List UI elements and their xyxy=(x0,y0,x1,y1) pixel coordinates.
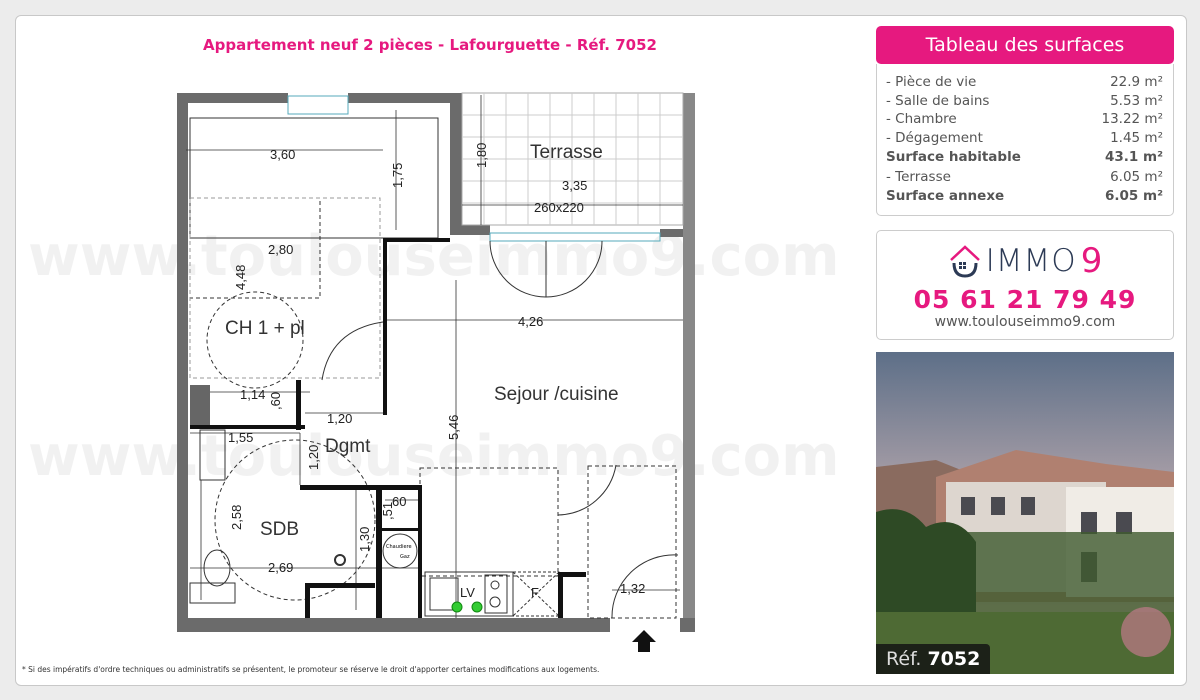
svg-text:4,26: 4,26 xyxy=(518,314,543,329)
surface-row: - Dégagement 1.45 m² xyxy=(886,129,1163,146)
boiler-label-gaz: Gaz xyxy=(400,554,410,560)
property-photo: Réf. 7052 xyxy=(876,352,1174,674)
svg-text:2,80: 2,80 xyxy=(268,242,293,257)
fridge-label: F xyxy=(531,585,539,600)
footnote: * Si des impératifs d'ordre techniques o… xyxy=(22,665,600,674)
surface-total-row: Surface habitable 43.1 m² xyxy=(886,149,1163,165)
svg-text:2,58: 2,58 xyxy=(229,505,244,530)
svg-text:1,80: 1,80 xyxy=(474,143,489,168)
svg-text:260x220: 260x220 xyxy=(534,200,584,215)
watermark: www.toulouseimmo9.com xyxy=(28,224,839,289)
svg-text:,51: ,51 xyxy=(380,502,395,520)
svg-text:,60: ,60 xyxy=(268,392,283,410)
gas-points xyxy=(451,601,483,613)
svg-text:4,48: 4,48 xyxy=(233,265,248,290)
svg-text:1,30: 1,30 xyxy=(357,527,372,552)
surface-row: - Salle de bains 5.53 m² xyxy=(886,92,1163,109)
reference-badge: Réf. 7052 xyxy=(876,644,991,674)
watermark: www.toulouseimmo9.com xyxy=(28,424,839,489)
svg-text:1,20: 1,20 xyxy=(327,411,352,426)
house-logo-icon xyxy=(949,245,980,278)
svg-text:5,46: 5,46 xyxy=(446,415,461,440)
surface-row: - Pièce de vie 22.9 m² xyxy=(886,74,1163,90)
svg-text:3,60: 3,60 xyxy=(270,147,295,162)
surface-total-row: Surface annexe 6.05 m² xyxy=(886,188,1163,204)
boiler-label: Chaudiere xyxy=(386,544,412,550)
agency-logo: IMMO 9 xyxy=(877,241,1173,281)
svg-text:1,14: 1,14 xyxy=(240,387,265,402)
agency-box: IMMO 9 05 61 21 79 49 www.toulouseimmo9.c… xyxy=(876,230,1174,340)
dishwasher-label: LV xyxy=(460,585,475,600)
svg-text:1,75: 1,75 xyxy=(390,163,405,188)
room-label-sejour: Sejour /cuisine xyxy=(494,384,619,405)
svg-text:1,32: 1,32 xyxy=(620,581,645,596)
outer-walls xyxy=(177,93,695,632)
room-label-terrasse: Terrasse xyxy=(530,142,603,163)
svg-text:2,69: 2,69 xyxy=(268,560,293,575)
room-label-sdb: SDB xyxy=(260,519,299,540)
room-label-dgmt: Dgmt xyxy=(325,436,371,457)
surfaces-table: - Pièce de vie 22.9 m² - Salle de bains 5.… xyxy=(876,64,1174,216)
svg-text:1,55: 1,55 xyxy=(228,430,253,445)
surfaces-header: Tableau des surfaces xyxy=(876,26,1174,64)
floor-plan: www.toulouseimmo9.com www.toulouseimmo9.… xyxy=(28,92,839,652)
room-label-chambre: CH 1 + pl xyxy=(225,318,305,339)
surface-row: - Chambre 13.22 m² xyxy=(886,111,1163,127)
agency-website-link[interactable]: www.toulouseimmo9.com xyxy=(877,314,1173,330)
surface-row: - Terrasse 6.05 m² xyxy=(886,168,1163,185)
entrance-arrow-icon xyxy=(632,630,656,652)
svg-text:3,35: 3,35 xyxy=(562,178,587,193)
svg-text:1,20: 1,20 xyxy=(306,445,321,470)
agency-phone[interactable]: 05 61 21 79 49 xyxy=(877,285,1173,314)
